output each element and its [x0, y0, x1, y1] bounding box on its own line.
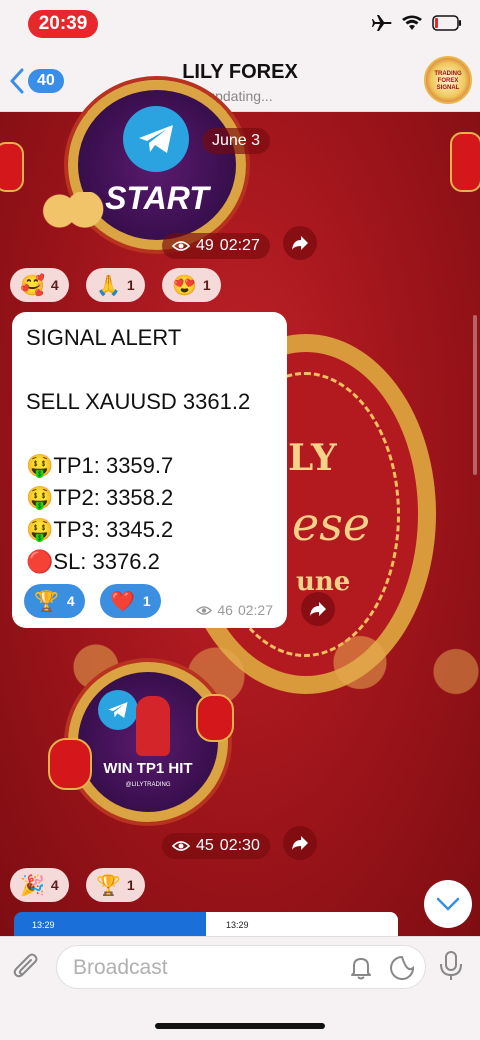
signal-views: 46 — [217, 602, 233, 618]
reaction-chip[interactable]: ❤️ 1 — [100, 584, 161, 618]
cloud-ornament — [0, 622, 480, 712]
mascot-figure-icon — [136, 696, 170, 756]
date-label: June 3 — [202, 128, 271, 154]
signal-order: SELL XAUUSD 3361.2 — [26, 389, 251, 414]
cloud-left-icon — [38, 192, 110, 230]
channel-avatar[interactable]: TRADING FOREX SIGNAL — [424, 56, 472, 104]
paperclip-icon — [13, 953, 38, 978]
win-badge-text: WIN TP1 HIT — [103, 760, 193, 777]
post1-time: 02:27 — [219, 237, 260, 254]
bell-icon[interactable] — [349, 955, 373, 981]
forward-button[interactable] — [283, 826, 317, 860]
signal-tp3: 🤑TP3: 3345.2 — [26, 517, 174, 542]
reaction-emoji: 😍 — [172, 274, 197, 297]
reaction-count: 1 — [142, 593, 151, 609]
next-message-preview[interactable]: 13:29 13:29 — [14, 912, 398, 936]
background-text-ese: ese — [292, 497, 371, 551]
eye-icon — [196, 605, 213, 615]
reaction-emoji: 🏆 — [96, 874, 121, 897]
signal-title: SIGNAL ALERT — [26, 325, 182, 350]
post2-meta: 45 02:30 — [162, 833, 270, 859]
reaction-count: 1 — [126, 277, 135, 293]
reaction-chip[interactable]: 🙏 1 — [86, 268, 145, 302]
reaction-count: 1 — [202, 277, 211, 293]
chat-subtitle: updating... — [207, 88, 273, 104]
airplane-icon — [372, 15, 392, 31]
status-time: 20:39 — [28, 10, 98, 38]
win-badge-image[interactable]: WIN TP1 HIT @LILYTRADING — [68, 662, 228, 822]
post2-time: 02:30 — [219, 837, 260, 854]
wifi-icon — [402, 15, 422, 30]
lantern-icon — [48, 738, 92, 790]
forward-icon — [292, 236, 308, 250]
reaction-emoji: 🏆 — [34, 590, 59, 613]
attach-button[interactable] — [12, 951, 40, 986]
reaction-emoji: ❤️ — [110, 590, 135, 613]
signal-tp2: 🤑TP2: 3358.2 — [26, 485, 174, 510]
forward-button[interactable] — [283, 226, 317, 260]
signal-time: 02:27 — [237, 602, 273, 618]
chat-title[interactable]: LILY FOREX — [0, 61, 480, 84]
reaction-count: 1 — [126, 877, 135, 893]
avatar-text: TRADING FOREX SIGNAL — [434, 71, 462, 91]
post1-meta: 49 02:27 — [162, 233, 270, 259]
status-icons — [372, 14, 462, 32]
chat-header: 40 LILY FOREX updating... TRADING FOREX … — [0, 50, 480, 112]
home-indicator — [155, 1023, 325, 1029]
reaction-chip[interactable]: 🏆 4 — [24, 584, 85, 618]
broadcast-placeholder: Broadcast — [73, 956, 168, 979]
background-text-ly: LY — [288, 437, 337, 479]
reaction-count: 4 — [50, 277, 59, 293]
telegram-icon — [98, 690, 138, 730]
reaction-emoji: 🙏 — [96, 274, 121, 297]
battery-icon — [432, 15, 461, 31]
reaction-count: 4 — [50, 877, 59, 893]
post2-views: 45 — [196, 837, 214, 854]
date-label-text: June 3 — [212, 132, 261, 149]
status-bar: 20:39 — [0, 0, 480, 50]
forward-icon — [292, 836, 308, 850]
sticker-icon[interactable] — [389, 955, 415, 981]
signal-sl: 🔴SL: 3376.2 — [26, 549, 160, 574]
lantern-left-icon — [0, 142, 24, 192]
reaction-emoji: 🥰 — [20, 274, 45, 297]
preview-right: 13:29 — [206, 912, 398, 936]
voice-button[interactable] — [438, 950, 464, 987]
broadcast-input[interactable]: Broadcast — [56, 945, 426, 989]
post1-views: 49 — [196, 237, 214, 254]
preview-left: 13:29 — [14, 912, 206, 936]
forward-icon — [310, 602, 326, 616]
lantern-icon — [196, 694, 234, 742]
scroll-to-bottom-button[interactable] — [424, 880, 472, 928]
reaction-chip[interactable]: 🎉 4 — [10, 868, 69, 902]
reaction-chip[interactable]: 🏆 1 — [86, 868, 145, 902]
signal-tp1: 🤑TP1: 3359.7 — [26, 453, 174, 478]
reaction-chip[interactable]: 🥰 4 — [10, 268, 69, 302]
composer-bar: Broadcast — [0, 936, 480, 1040]
reaction-chip[interactable]: 😍 1 — [162, 268, 221, 302]
lantern-right-icon — [450, 132, 480, 192]
microphone-icon — [440, 951, 462, 980]
chevron-down-icon — [436, 897, 460, 911]
signal-message-bubble[interactable]: SIGNAL ALERT SELL XAUUSD 3361.2 🤑TP1: 33… — [12, 312, 287, 628]
eye-icon — [172, 241, 190, 251]
reaction-count: 4 — [66, 593, 75, 609]
forward-button[interactable] — [301, 592, 335, 626]
reaction-emoji: 🎉 — [20, 874, 45, 897]
signal-meta: 46 02:27 — [196, 602, 273, 618]
scrollbar-thumb[interactable] — [473, 315, 477, 475]
eye-icon — [172, 841, 190, 851]
win-badge-handle: @LILYTRADING — [125, 782, 171, 788]
telegram-icon — [123, 106, 189, 172]
